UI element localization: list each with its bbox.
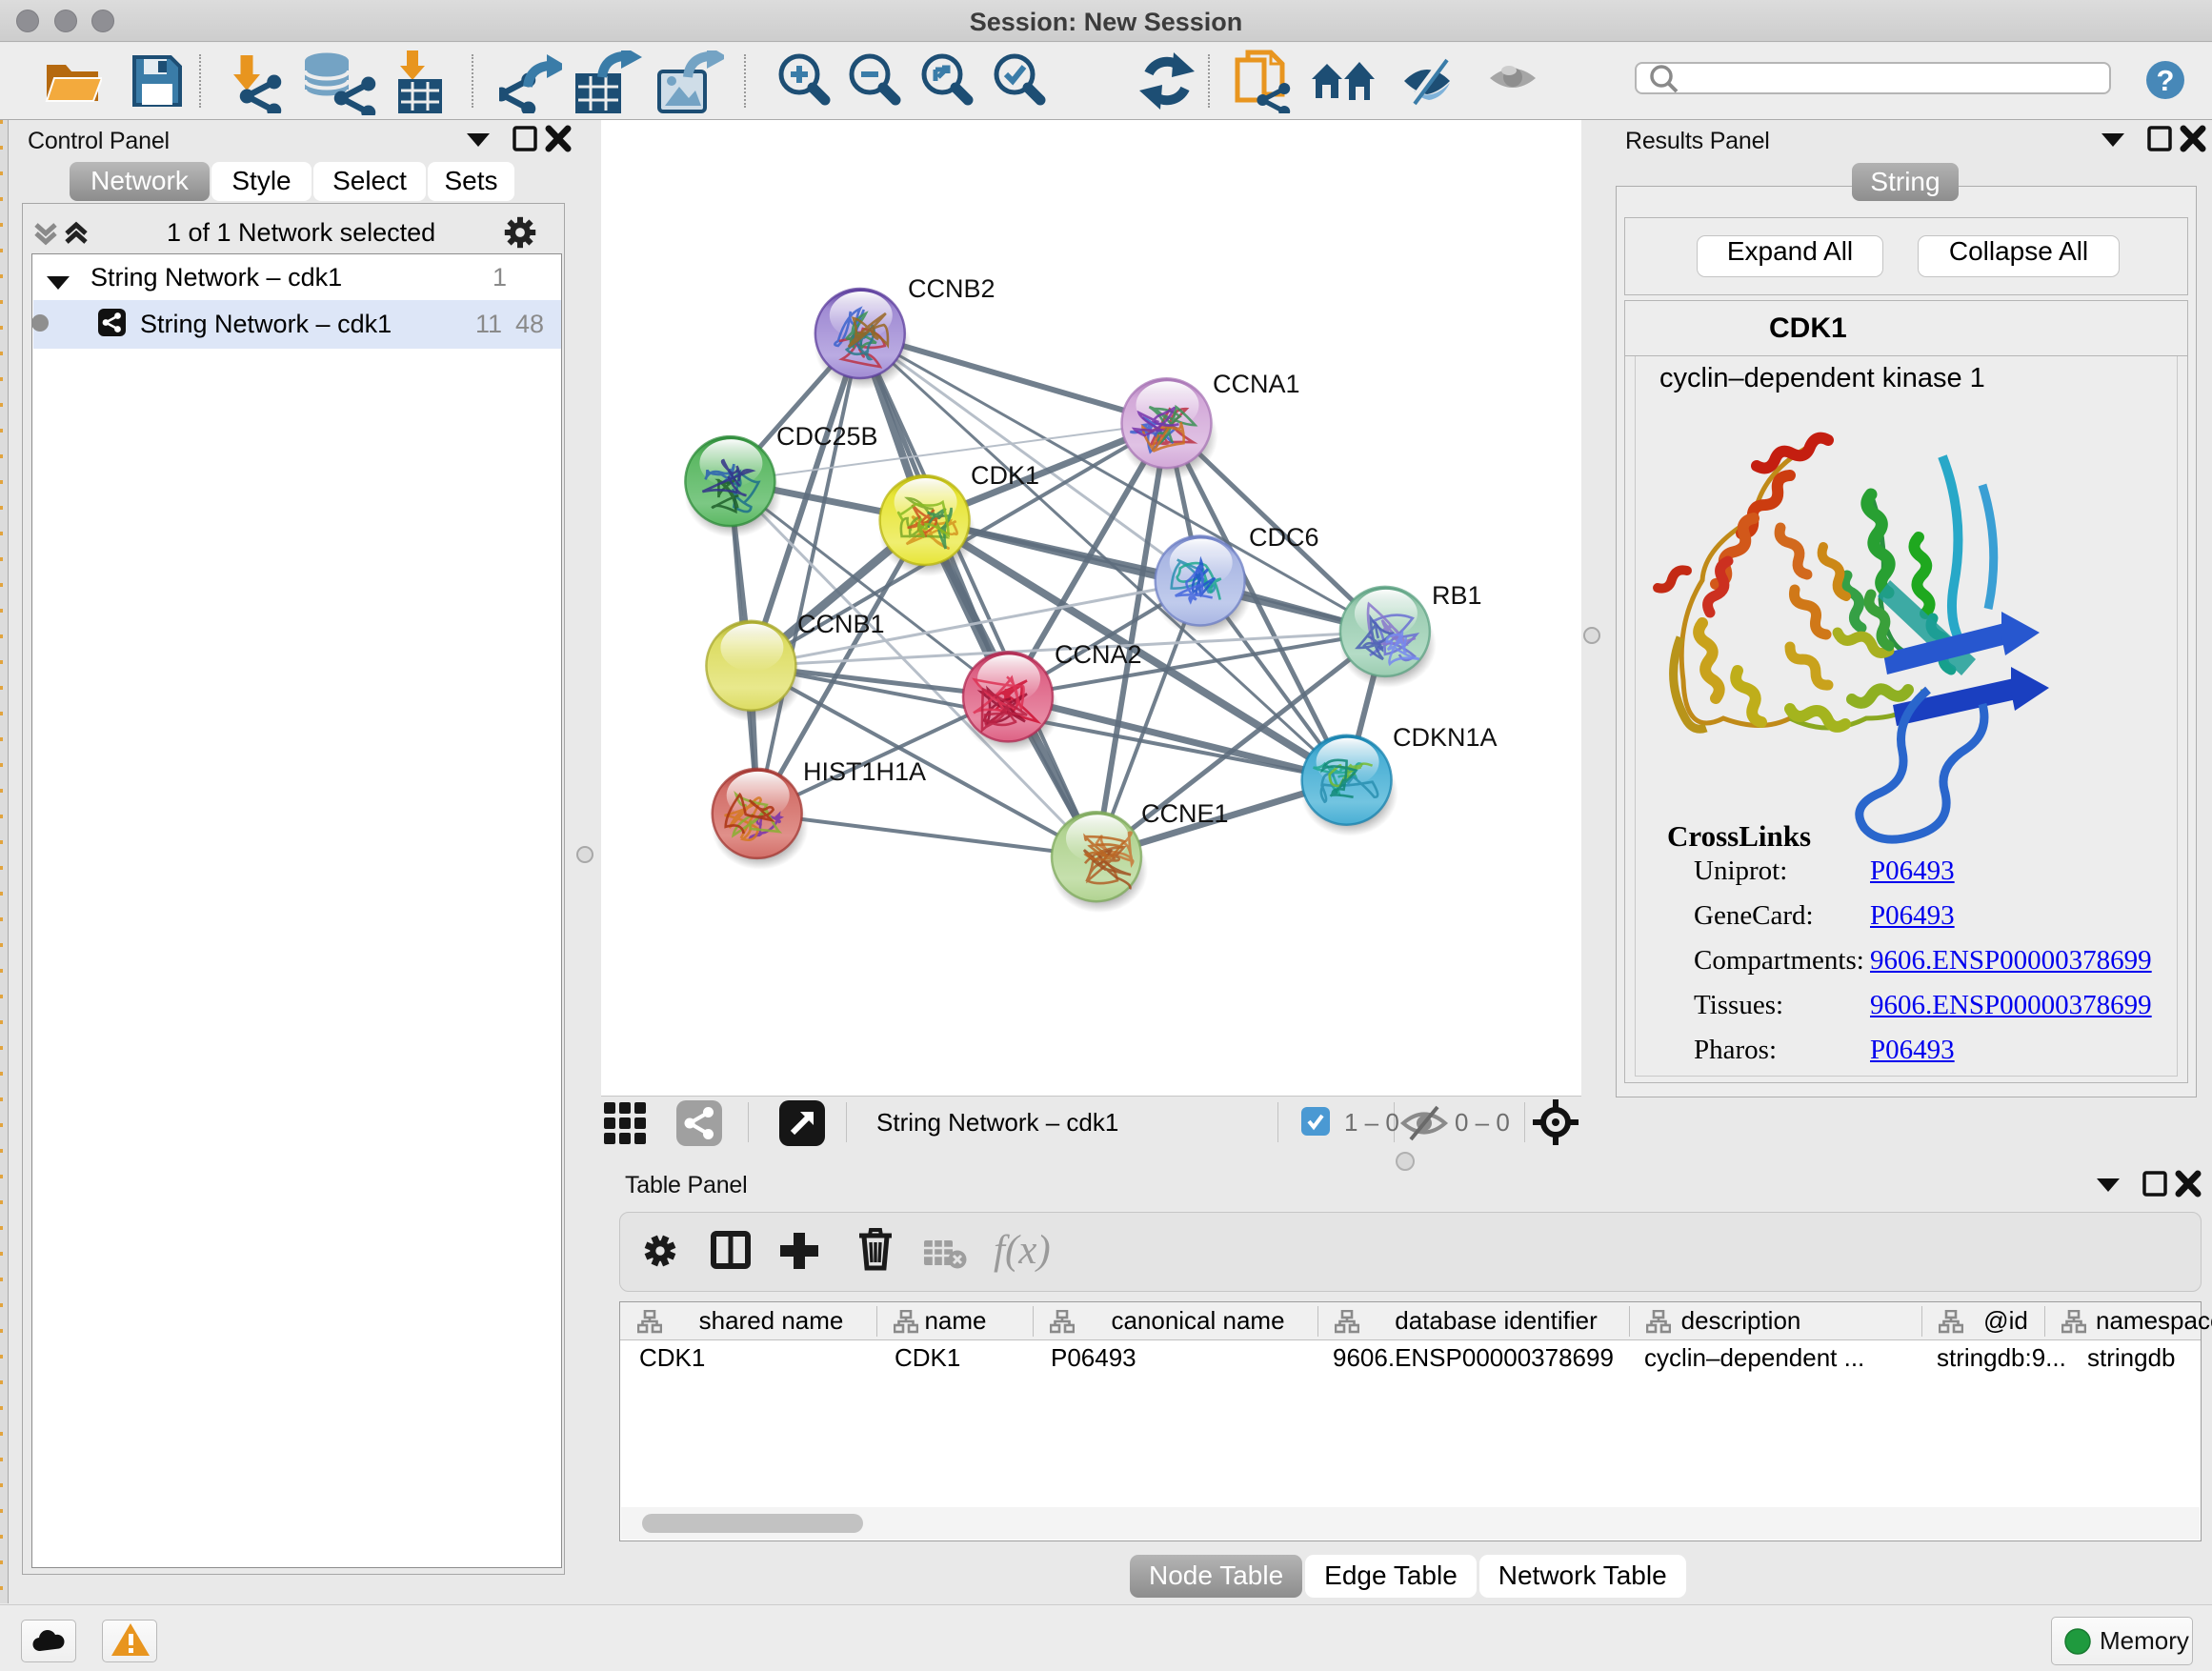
svg-text:CCNE1: CCNE1 [1141,799,1229,828]
svg-text:CDK1: CDK1 [971,461,1039,490]
svg-text:RB1: RB1 [1432,581,1482,610]
svg-text:CDKN1A: CDKN1A [1393,723,1498,752]
svg-text:CCNA1: CCNA1 [1213,370,1300,398]
svg-text:HIST1H1A: HIST1H1A [803,757,926,786]
svg-text:CCNB2: CCNB2 [908,274,995,303]
svg-text:CCNA2: CCNA2 [1055,640,1142,669]
svg-text:CDC6: CDC6 [1249,523,1319,552]
svg-text:CCNB1: CCNB1 [797,610,885,638]
svg-text:CDC25B: CDC25B [776,422,878,451]
svg-text:?: ? [2157,64,2175,97]
